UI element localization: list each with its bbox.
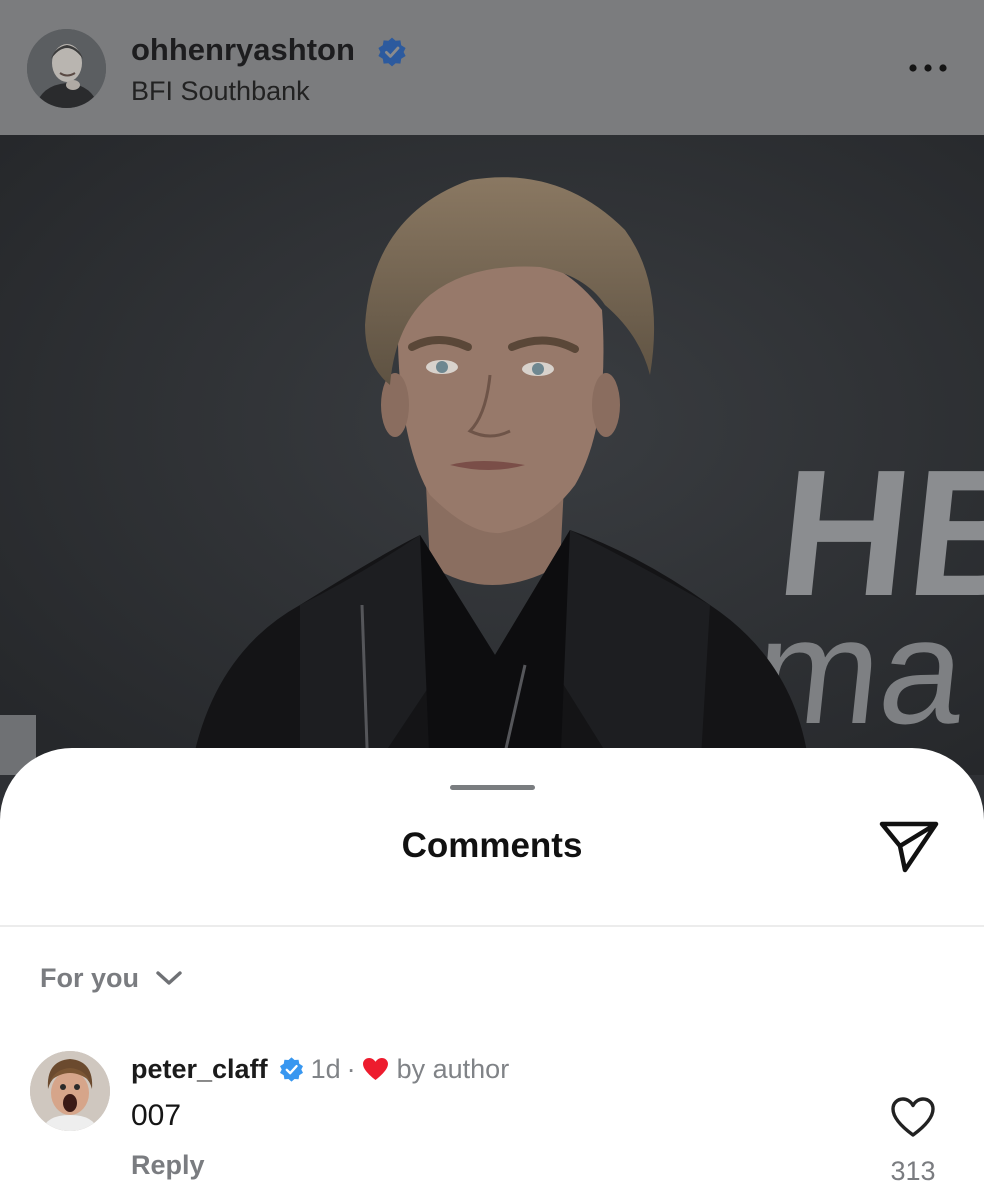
chevron-down-icon [156, 971, 182, 985]
post-photo[interactable]: HB ma [0, 135, 984, 775]
meta-separator: · [346, 1054, 356, 1084]
heart-outline-icon[interactable] [890, 1096, 936, 1138]
comment-text: 007 [131, 1099, 182, 1132]
share-icon[interactable] [878, 818, 940, 874]
comments-sheet: Comments For you peter_claff 1d · by aut… [0, 748, 984, 1200]
sheet-divider [0, 925, 984, 927]
verified-badge-icon [279, 1056, 303, 1082]
liked-by-author-label: by author [396, 1054, 510, 1084]
comment-timestamp: 1d [310, 1054, 341, 1084]
comment-like-count: 313 [890, 1156, 936, 1186]
verified-badge-icon [378, 37, 406, 67]
post-location[interactable]: BFI Southbank [131, 74, 310, 108]
sort-label: For you [40, 962, 139, 993]
heart-icon [362, 1057, 388, 1081]
more-icon[interactable] [906, 58, 950, 78]
comments-sort-dropdown[interactable]: For you [40, 960, 183, 996]
sheet-drag-handle[interactable] [450, 785, 535, 790]
post-header: ohhenryashton BFI Southbank [0, 0, 984, 135]
commenter-avatar[interactable] [30, 1051, 110, 1131]
commenter-username[interactable]: peter_claff [131, 1052, 268, 1086]
comment-meta: peter_claff 1d · by author [131, 1052, 509, 1086]
post-author-avatar[interactable] [27, 29, 106, 108]
reply-button[interactable]: Reply [131, 1150, 205, 1181]
sheet-title: Comments [401, 826, 583, 865]
post-author-username[interactable]: ohhenryashton [131, 30, 355, 70]
